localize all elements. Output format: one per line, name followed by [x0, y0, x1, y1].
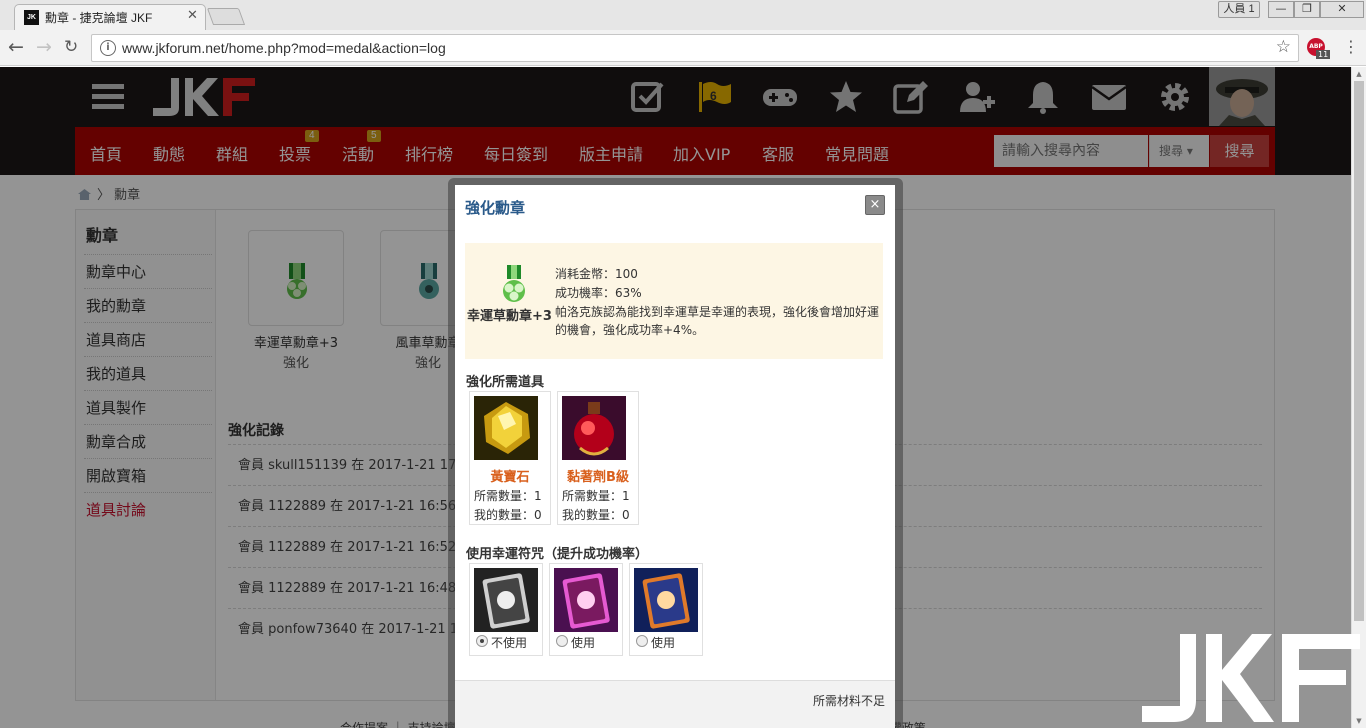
close-icon[interactable]: ×	[865, 195, 885, 215]
charm-card-icon	[474, 568, 538, 632]
charm-label[interactable]: 使用	[571, 634, 595, 651]
window-restore-icon[interactable]: ❐	[1294, 1, 1320, 18]
medal-info-panel: 幸運草勳章+3 消耗金幣：100 成功機率：63% 帕洛克族認為能找到幸運草是幸…	[465, 243, 883, 359]
charm-label[interactable]: 使用	[651, 634, 675, 651]
bookmark-star-icon[interactable]: ☆	[1276, 37, 1291, 57]
browser-menu-icon[interactable]: ⋮	[1343, 38, 1359, 56]
item-owned-qty: 我的數量：0	[562, 508, 630, 522]
page-scrollbar[interactable]: ▲ ▼	[1351, 67, 1366, 728]
enhance-medal-dialog: 強化勳章 × 幸運草勳章+3 消耗金幣：100 成功機率：63% 帕洛克族認為能…	[455, 185, 895, 728]
window-minimize-icon[interactable]: —	[1268, 1, 1294, 18]
reload-icon[interactable]: ↻	[64, 36, 78, 58]
item-required-qty: 所需數量：1	[474, 489, 542, 503]
browser-tab[interactable]: JK 勳章 - 捷克論壇 JKF ✕	[14, 4, 206, 30]
forward-icon[interactable]: →	[36, 36, 52, 58]
browser-toolbar: ← → ↻ i www.jkforum.net/home.php?mod=med…	[0, 30, 1366, 66]
charm-card-icon	[554, 568, 618, 632]
scroll-thumb[interactable]	[1354, 81, 1364, 621]
scroll-up-icon[interactable]: ▲	[1352, 67, 1366, 81]
info-icon[interactable]: i	[100, 40, 116, 56]
url-text[interactable]: www.jkforum.net/home.php?mod=medal&actio…	[122, 40, 446, 56]
browser-tabstrip: JK 勳章 - 捷克論壇 JKF ✕ 人員 1 — ❐ ✕	[0, 0, 1366, 30]
charm-option[interactable]: 使用	[549, 563, 623, 656]
red-potion-icon	[562, 396, 626, 460]
modal-title: 強化勳章	[465, 199, 526, 217]
yellow-gem-icon	[474, 396, 538, 460]
lucky-charm-title: 使用幸運符咒（提升成功機率）	[466, 547, 649, 562]
tab-title: 勳章 - 捷克論壇 JKF	[45, 11, 153, 25]
charm-label[interactable]: 不使用	[491, 634, 527, 651]
required-item[interactable]: 黏著劑B級 所需數量：1 我的數量：0	[557, 391, 639, 525]
charm-card-icon	[634, 568, 698, 632]
clover-medal-icon	[503, 265, 525, 302]
success-rate: 成功機率：63%	[555, 286, 642, 300]
new-tab-button[interactable]	[206, 8, 246, 25]
gold-cost: 消耗金幣：100	[555, 267, 638, 281]
extension-badge: 11	[1316, 50, 1331, 59]
charm-radio[interactable]	[476, 635, 488, 647]
insufficient-materials-status: 所需材料不足	[812, 694, 885, 708]
address-bar[interactable]: i www.jkforum.net/home.php?mod=medal&act…	[91, 34, 1299, 62]
jkf-watermark-logo	[1142, 634, 1360, 722]
tab-close-icon[interactable]: ✕	[187, 8, 198, 23]
charm-radio[interactable]	[636, 635, 648, 647]
favicon-icon: JK	[24, 10, 39, 25]
required-items-title: 強化所需道具	[466, 375, 545, 390]
item-owned-qty: 我的數量：0	[474, 508, 542, 522]
item-name: 黏著劑B級	[567, 470, 629, 485]
profile-button[interactable]: 人員 1	[1218, 1, 1260, 18]
window-close-icon[interactable]: ✕	[1320, 1, 1364, 18]
item-name: 黃寶石	[490, 470, 530, 485]
back-icon[interactable]: ←	[8, 36, 24, 58]
charm-radio[interactable]	[556, 635, 568, 647]
charm-option[interactable]: 不使用	[469, 563, 543, 656]
info-medal-name: 幸運草勳章+3	[467, 309, 552, 324]
charm-option[interactable]: 使用	[629, 563, 703, 656]
medal-description: 帕洛克族認為能找到幸運草是幸運的表現，強化後會增加好運的機會，強化成功率+4%。	[555, 305, 880, 337]
modal-footer: 所需材料不足	[455, 680, 895, 728]
required-item[interactable]: 黃寶石 所需數量：1 我的數量：0	[469, 391, 551, 525]
item-required-qty: 所需數量：1	[562, 489, 630, 503]
